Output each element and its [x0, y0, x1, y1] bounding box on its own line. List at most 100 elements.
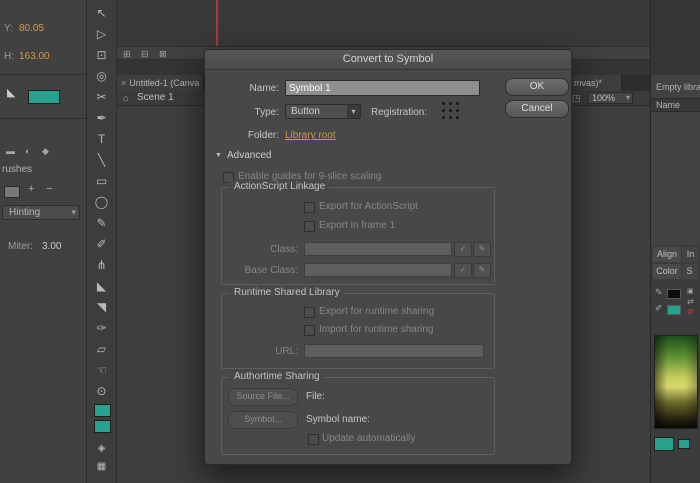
registration-grid[interactable]: [442, 102, 459, 119]
join-style-icon[interactable]: ◆: [42, 146, 49, 156]
symbol-name-input[interactable]: [285, 80, 480, 96]
disclosure-triangle-icon[interactable]: ▼: [215, 152, 222, 159]
pencil-tool[interactable]: ✎: [87, 214, 116, 232]
line-tool[interactable]: ╲: [87, 151, 116, 169]
stroke-color-chip[interactable]: [667, 289, 681, 299]
hinting-dropdown[interactable]: Hinting ▾: [2, 205, 80, 220]
swatch-chip[interactable]: [678, 439, 690, 449]
zoom-value: 100%: [592, 93, 615, 103]
dialog-title: Convert to Symbol: [343, 53, 433, 65]
scene-breadcrumb[interactable]: Scene 1: [137, 92, 174, 103]
fill-color-chip[interactable]: [28, 90, 60, 104]
type-value: Button: [291, 106, 320, 117]
bone-tool[interactable]: ⋔: [87, 256, 116, 274]
zoom-dropdown[interactable]: 100% ▾: [587, 92, 633, 104]
miter-value[interactable]: 3.00: [42, 241, 61, 252]
snap-icon[interactable]: ◈: [87, 440, 116, 458]
edit-class-button: ✎: [473, 242, 491, 257]
swap-colors-icon[interactable]: ⇄: [687, 297, 694, 307]
chevron-down-icon: ▾: [626, 93, 630, 102]
miter-label: Miter:: [8, 241, 33, 252]
chevron-down-icon: ▾: [71, 207, 76, 218]
runtime-shared-library-title: Runtime Shared Library: [230, 287, 344, 298]
brushes-section-label: rushes: [2, 164, 32, 175]
actionscript-linkage-title: ActionScript Linkage: [230, 181, 329, 192]
library-item-list: [651, 112, 700, 245]
url-label: URL:: [222, 346, 298, 357]
export-runtime-sharing-checkbox: [304, 307, 315, 318]
eraser-tool[interactable]: ▱: [87, 340, 116, 358]
library-panel: Empty libra Name: [650, 0, 700, 245]
file-label: File:: [306, 391, 325, 402]
default-colors-icon[interactable]: ▣: [687, 287, 694, 297]
properties-panel: Y: 80.05 H: 163.00 ◣ ▬ ◖ ◆ rushes + − Hi…: [0, 0, 87, 483]
ink-bottle-tool[interactable]: ◥: [87, 298, 116, 316]
tab-color[interactable]: Color: [653, 264, 681, 279]
stroke-color-chip[interactable]: [94, 404, 111, 417]
zoom-tool[interactable]: ⊙: [87, 382, 116, 400]
divider: [0, 74, 86, 75]
tab-swatches[interactable]: S: [682, 264, 697, 279]
oval-tool[interactable]: ◯: [87, 193, 116, 211]
tab-untitled-1[interactable]: ×Untitled-1 (Canva: [117, 75, 204, 91]
cancel-button[interactable]: Cancel: [505, 100, 569, 118]
symbol-button: Symbol...: [228, 411, 298, 429]
free-transform-tool[interactable]: ⊡: [87, 46, 116, 64]
registration-label: Registration:: [371, 107, 427, 118]
edit-symbols-icon[interactable]: ◳: [572, 93, 581, 103]
fill-color-chip[interactable]: [667, 305, 681, 315]
add-button[interactable]: +: [28, 183, 34, 195]
validate-base-class-button: ✓: [454, 263, 472, 278]
tab-align[interactable]: Align: [653, 247, 681, 262]
brush-tool[interactable]: ✐: [87, 235, 116, 253]
gradient-transform-tool[interactable]: ◎: [87, 67, 116, 85]
remove-button[interactable]: −: [46, 183, 52, 195]
current-color-chip[interactable]: [654, 437, 674, 451]
divider: [0, 118, 86, 119]
color-picker-gradient[interactable]: [654, 335, 698, 429]
delete-layer-icon[interactable]: ⊠: [159, 49, 167, 59]
convert-to-symbol-dialog: Convert to Symbol Name: OK Cancel Type: …: [204, 49, 572, 465]
stroke-style-icon[interactable]: ▬: [6, 146, 15, 156]
new-layer-icon[interactable]: ⊞: [123, 49, 131, 59]
tab-info[interactable]: In: [682, 247, 699, 262]
export-in-frame-1-checkbox: [304, 221, 315, 232]
new-folder-icon[interactable]: ⊟: [141, 49, 149, 59]
ok-button[interactable]: OK: [505, 78, 569, 96]
pen-tool[interactable]: ✒: [87, 109, 116, 127]
hand-tool[interactable]: ☜: [87, 361, 116, 379]
tab-title: mvas)*: [574, 78, 602, 88]
tab-close-icon[interactable]: ×: [121, 78, 126, 88]
folder-link[interactable]: Library root: [285, 130, 336, 141]
brush-preview: [4, 186, 20, 198]
y-position-value[interactable]: 80.05: [19, 23, 44, 34]
symbol-name-label: Symbol name:: [306, 414, 370, 425]
eyedropper-tool[interactable]: ✑: [87, 319, 116, 337]
fill-color-chip[interactable]: [94, 420, 111, 433]
no-color-icon[interactable]: ⊘: [687, 307, 694, 317]
validate-class-button: ✓: [454, 242, 472, 257]
height-value[interactable]: 163.00: [19, 51, 50, 62]
library-name-column-header[interactable]: Name: [651, 98, 700, 112]
actionscript-linkage-group: ActionScript Linkage Export for ActionSc…: [221, 187, 495, 285]
type-dropdown[interactable]: Button ▾: [285, 104, 361, 119]
paint-bucket-tool[interactable]: ◣: [87, 277, 116, 295]
subselection-tool[interactable]: ▷: [87, 25, 116, 43]
selection-tool[interactable]: ↖: [87, 4, 116, 22]
tab-untitled-2-fragment[interactable]: mvas)*: [570, 75, 622, 91]
tool-options-icon[interactable]: ▦: [87, 458, 116, 476]
playhead[interactable]: [216, 0, 218, 46]
class-input: [304, 242, 452, 256]
update-automatically-checkbox: [308, 434, 319, 445]
cap-style-icon[interactable]: ◖: [24, 146, 29, 156]
library-empty-text: Empty libra: [656, 82, 700, 92]
tools-panel: ↖ ▷ ⊡ ◎ ✂ ✒ T ╲ ▭ ◯ ✎ ✐ ⋔ ◣ ◥ ✑ ▱ ☜ ⊙ ◈ …: [87, 0, 117, 483]
advanced-toggle[interactable]: Advanced: [227, 150, 271, 161]
export-in-frame-1-label: Export in frame 1: [319, 220, 395, 231]
text-tool[interactable]: T: [87, 130, 116, 148]
dialog-title-bar[interactable]: Convert to Symbol: [205, 50, 571, 70]
lasso-tool[interactable]: ✂: [87, 88, 116, 106]
authortime-sharing-title: Authortime Sharing: [230, 371, 324, 382]
rectangle-tool[interactable]: ▭: [87, 172, 116, 190]
export-for-actionscript-label: Export for ActionScript: [319, 201, 418, 212]
